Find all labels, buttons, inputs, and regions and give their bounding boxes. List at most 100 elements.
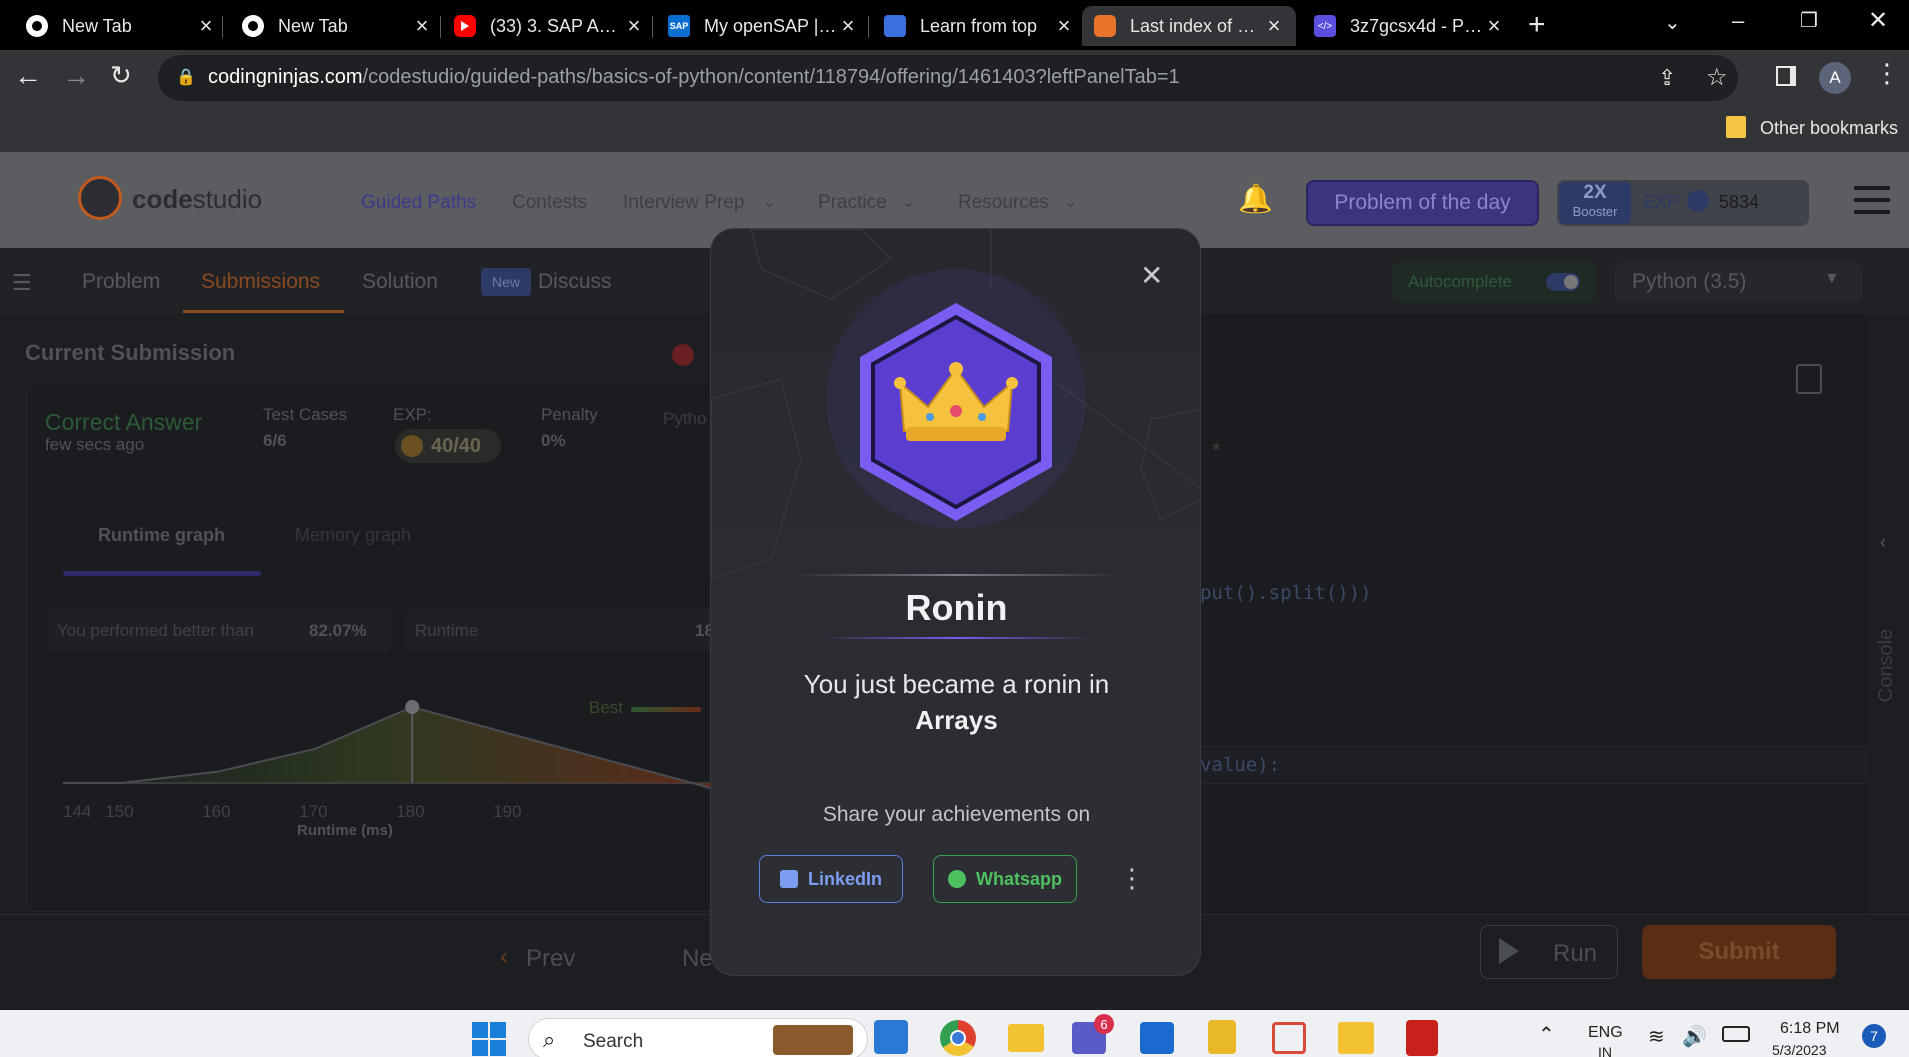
close-tab-icon[interactable]: × (624, 13, 644, 39)
browser-tab-3[interactable]: (33) 3. SAP ABAP × (442, 6, 656, 46)
penalty-value: 0% (541, 431, 566, 450)
collapse-panel-icon[interactable]: ☰ (12, 270, 32, 296)
close-tab-icon[interactable]: × (1484, 13, 1504, 39)
editor-star: * (1212, 438, 1221, 463)
your-runtime-point[interactable] (405, 700, 420, 714)
hamburger-menu-icon[interactable] (1854, 186, 1890, 214)
browser-tab-2[interactable]: New Tab × (230, 6, 444, 46)
chevron-down-icon: ⌄ (902, 194, 916, 211)
booster-multiplier: 2X (1583, 182, 1607, 203)
run-button[interactable]: Run (1480, 925, 1618, 979)
notification-bell-icon[interactable]: 🔔 (1238, 182, 1273, 215)
tab-divider (652, 16, 653, 38)
current-submission-heading: Current Submission (25, 340, 236, 365)
copy-icon[interactable] (1796, 364, 1822, 394)
wifi-icon[interactable]: ≋ (1648, 1024, 1665, 1049)
better-than-box: You performed better than 82.07% (47, 609, 392, 651)
menu-kebab-icon[interactable]: ⋮ (1874, 58, 1900, 89)
language-select[interactable]: Python (3.5) ▼ (1614, 262, 1862, 302)
close-icon[interactable]: ✕ (1140, 259, 1163, 292)
minimize-button[interactable]: – (1732, 8, 1744, 34)
close-tab-icon[interactable]: × (412, 13, 432, 39)
submit-button[interactable]: Submit (1642, 925, 1836, 979)
chevron-left-icon[interactable]: ‹ (1880, 532, 1886, 553)
battery-icon[interactable] (1722, 1026, 1750, 1042)
bookmark-star-icon[interactable]: ☆ (1706, 63, 1728, 92)
tab-title: Learn from top (920, 15, 1038, 36)
close-tab-icon[interactable]: × (1264, 13, 1284, 39)
volume-icon[interactable]: 🔊 (1682, 1024, 1707, 1049)
lock-app-icon[interactable] (1208, 1020, 1236, 1054)
linkedin-label: LinkedIn (807, 868, 882, 889)
nav-contests[interactable]: Contests (512, 192, 587, 214)
clock-date[interactable]: 5/3/2023 (1772, 1042, 1827, 1057)
taskbar-search-box[interactable]: ⌕ Search (528, 1018, 868, 1057)
autocomplete-toggle[interactable]: Autocomplete (1392, 262, 1597, 302)
restore-button[interactable]: ❐ (1800, 8, 1818, 33)
x-tick-label: 180 (396, 802, 424, 821)
whatsapp-icon (947, 870, 966, 888)
achievement-modal: ✕ Ronin You just became a ronin in Array… (710, 228, 1201, 976)
browser-tab-4[interactable]: SAP My openSAP | openSAP × (656, 6, 870, 46)
problem-of-the-day-button[interactable]: Problem of the day (1306, 180, 1539, 226)
windows-start-icon[interactable] (472, 1022, 506, 1056)
outlook-icon[interactable] (1140, 1022, 1174, 1054)
nav-interview-prep[interactable]: Interview Prep (623, 192, 744, 214)
side-panel-icon[interactable] (1776, 66, 1796, 86)
close-window-button[interactable]: ✕ (1868, 6, 1888, 35)
nav-practice[interactable]: Practice (818, 192, 887, 214)
tab-submissions[interactable]: Submissions (201, 270, 320, 294)
codestudio-logo-icon[interactable] (78, 176, 122, 220)
prev-button[interactable]: Prev (526, 945, 575, 973)
browser-tab-5[interactable]: Learn from top × (872, 6, 1086, 46)
language-indicator[interactable]: ENG (1588, 1024, 1623, 1042)
better-than-label: You performed better than (57, 621, 254, 640)
code-line-def[interactable]: value): (1200, 754, 1280, 776)
diamond-icon (884, 15, 906, 37)
folder-taskbar-icon[interactable] (1338, 1022, 1374, 1054)
clock-time[interactable]: 6:18 PM (1780, 1020, 1840, 1038)
tab-problem[interactable]: Problem (82, 270, 160, 294)
linkedin-share-button[interactable]: LinkedIn (759, 855, 903, 903)
whatsapp-share-button[interactable]: Whatsapp (933, 855, 1077, 903)
tab-solution[interactable]: Solution (362, 270, 438, 294)
tab-memory-graph[interactable]: Memory graph (295, 525, 411, 546)
logo-light: studio (192, 184, 263, 214)
forward-icon[interactable]: → (62, 60, 90, 92)
chrome-taskbar-icon[interactable] (940, 1020, 976, 1056)
back-icon[interactable]: ← (14, 60, 42, 92)
share-icon[interactable]: ⇪ (1658, 65, 1676, 91)
exp-widget[interactable]: 2X Booster EXP 5834 (1557, 180, 1809, 226)
chevron-up-icon[interactable]: ⌃ (1538, 1022, 1555, 1047)
console-side-tab[interactable]: ‹ Console (1868, 314, 1909, 914)
acrobat-icon[interactable] (1406, 1020, 1438, 1056)
snipping-tool-icon[interactable] (1272, 1022, 1306, 1054)
close-tab-icon[interactable]: × (196, 13, 216, 39)
file-explorer-icon[interactable] (1008, 1024, 1044, 1052)
address-bar[interactable]: 🔒 codingninjas.com/codestudio/guided-pat… (158, 55, 1738, 101)
notification-count-badge[interactable]: 7 (1862, 1024, 1886, 1048)
code-icon: </> (1314, 15, 1336, 37)
better-than-value: 82.07% (309, 621, 367, 640)
nav-guided-paths[interactable]: Guided Paths (361, 192, 476, 214)
close-tab-icon[interactable]: × (1054, 13, 1074, 39)
tab-discuss[interactable]: Discuss (538, 270, 612, 294)
close-tab-icon[interactable]: × (838, 13, 858, 39)
tab-search-icon[interactable]: ⌄ (1664, 10, 1681, 35)
other-bookmarks[interactable]: Other bookmarks (1760, 118, 1898, 139)
tab-divider (222, 16, 223, 38)
code-line-input[interactable]: put().split())) (1200, 582, 1372, 604)
reload-icon[interactable]: ↻ (110, 60, 132, 91)
avatar[interactable]: A (1819, 62, 1851, 94)
logo-text[interactable]: codestudio (132, 184, 262, 215)
nav-resources[interactable]: Resources (958, 192, 1049, 214)
new-tab-button[interactable]: + (1528, 8, 1546, 42)
vscode-icon[interactable] (874, 1020, 908, 1054)
tab-runtime-graph[interactable]: Runtime graph (98, 525, 225, 546)
browser-tab-1[interactable]: New Tab × (14, 6, 228, 46)
console-label[interactable]: Console (1875, 629, 1898, 702)
toggle-switch[interactable] (1546, 273, 1580, 291)
more-vertical-icon[interactable]: ⋮ (1119, 863, 1145, 894)
browser-tab-6-active[interactable]: Last index of element × (1082, 6, 1296, 46)
browser-tab-7[interactable]: </> 3z7gcsx4d - Python × (1302, 6, 1516, 46)
